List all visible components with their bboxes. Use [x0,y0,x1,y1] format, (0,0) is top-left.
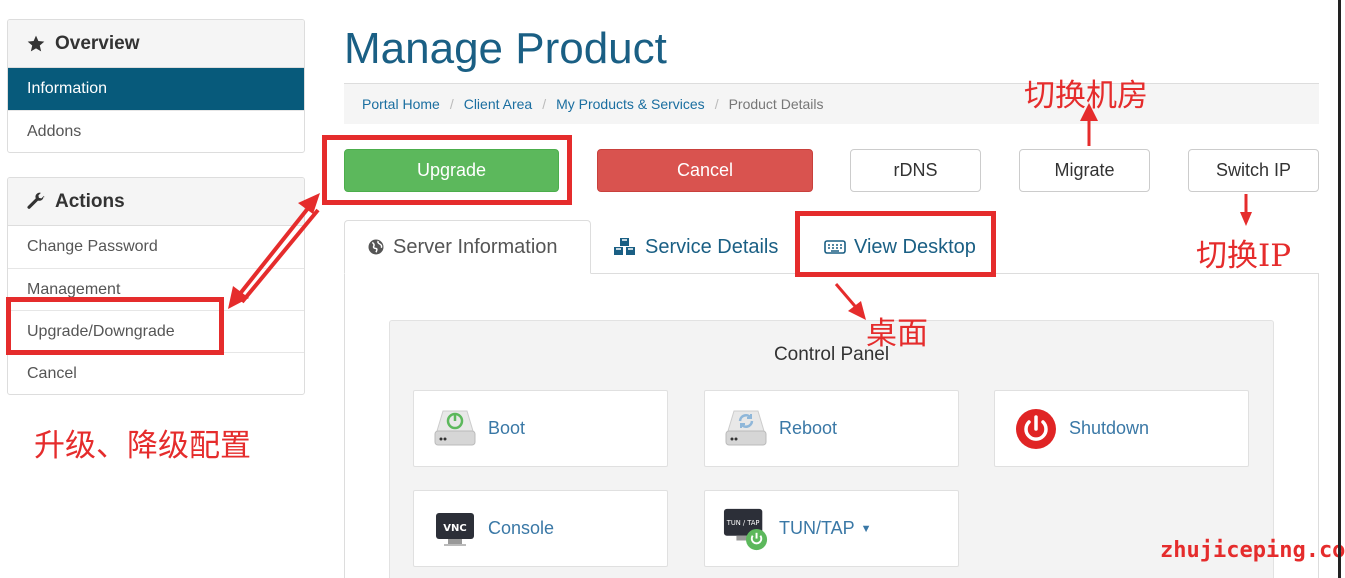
desktop-annotation: 桌面 [866,316,928,352]
globe-icon [368,239,384,255]
upgrade-annotation: 升级、降级配置 [34,428,251,464]
tab-server-information[interactable]: Server Information [344,220,591,274]
tab-label: Server Information [393,235,558,258]
migrate-annotation: 切换机房 [1024,78,1148,114]
switch-ip-annotation: 切换IP [1196,238,1292,274]
watermark: zhujiceping.com [1160,538,1345,563]
window-edge [1338,0,1341,578]
